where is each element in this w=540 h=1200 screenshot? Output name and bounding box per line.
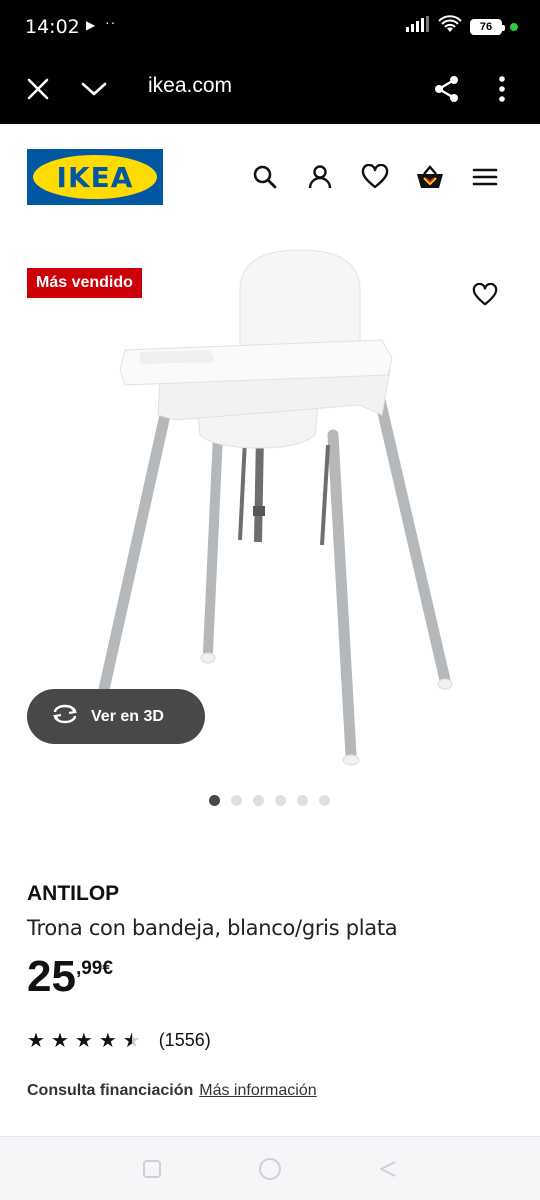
more-info-link[interactable]: Más información xyxy=(199,1082,316,1100)
financing-info: Consulta financiación Más información xyxy=(27,1082,317,1100)
view-3d-button[interactable]: Ver en 3D xyxy=(27,689,205,744)
star-icon: ★ xyxy=(27,1029,45,1052)
carousel-dot[interactable] xyxy=(209,795,220,806)
carousel-dot[interactable] xyxy=(231,795,242,806)
site-header: IKEA xyxy=(0,124,540,234)
wifi-icon xyxy=(438,15,462,38)
signal-icon xyxy=(406,16,430,37)
star-icon: ★ xyxy=(74,1029,93,1052)
product-price: 25 ,99€ xyxy=(27,952,113,1002)
home-button[interactable] xyxy=(258,1157,282,1181)
chevron-down-icon[interactable] xyxy=(76,71,112,107)
search-icon[interactable] xyxy=(250,162,280,192)
carousel-dot[interactable] xyxy=(275,795,286,806)
green-dot xyxy=(510,22,518,31)
carousel-indicators xyxy=(209,795,330,806)
browser-toolbar: ikea.com xyxy=(0,54,540,124)
rating-count: (1556) xyxy=(158,1030,211,1050)
shopping-bag-icon[interactable] xyxy=(415,162,445,192)
ikea-logo[interactable]: IKEA xyxy=(27,149,163,205)
carousel-dot[interactable] xyxy=(297,795,308,806)
price-decimal: ,99€ xyxy=(75,958,113,979)
share-icon[interactable] xyxy=(429,71,465,107)
product-description: Trona con bandeja, blanco/gris plata xyxy=(27,916,398,940)
product-image-carousel[interactable]: Más vendido Ver en 3D xyxy=(0,240,540,800)
ikea-logo-text: IKEA xyxy=(33,155,157,199)
price-integer: 25 xyxy=(27,952,76,1001)
more-dots-icon: ·· xyxy=(105,14,117,30)
url-field[interactable]: ikea.com xyxy=(148,74,232,98)
rotate-3d-icon xyxy=(51,704,79,729)
financing-label: Consulta financiación xyxy=(27,1082,194,1099)
carousel-dot[interactable] xyxy=(253,795,264,806)
battery-icon: 76 xyxy=(470,18,505,35)
back-button[interactable] xyxy=(376,1157,400,1181)
heart-icon[interactable] xyxy=(360,162,390,192)
kebab-menu-icon[interactable] xyxy=(484,71,520,107)
status-time: 14:02 xyxy=(25,16,80,38)
half-star-icon: ★ xyxy=(122,1029,141,1052)
carousel-dot[interactable] xyxy=(319,795,330,806)
play-icon: ▶ xyxy=(86,18,96,32)
hamburger-menu-icon[interactable] xyxy=(470,162,500,192)
star-icon: ★ xyxy=(98,1029,117,1052)
recents-button[interactable] xyxy=(140,1157,164,1181)
status-bar: 14:02 ▶ ·· 76 xyxy=(0,0,540,54)
system-navigation-bar xyxy=(0,1136,540,1200)
view-3d-label: Ver en 3D xyxy=(91,707,164,725)
product-rating[interactable]: ★ ★ ★ ★ ★ (1556) xyxy=(27,1030,211,1051)
close-icon[interactable] xyxy=(20,71,56,107)
add-to-favorites-icon[interactable] xyxy=(470,280,500,310)
product-name: ANTILOP xyxy=(27,882,120,905)
user-icon[interactable] xyxy=(305,162,335,192)
star-icon: ★ xyxy=(50,1029,69,1052)
bestseller-badge: Más vendido xyxy=(27,268,142,298)
